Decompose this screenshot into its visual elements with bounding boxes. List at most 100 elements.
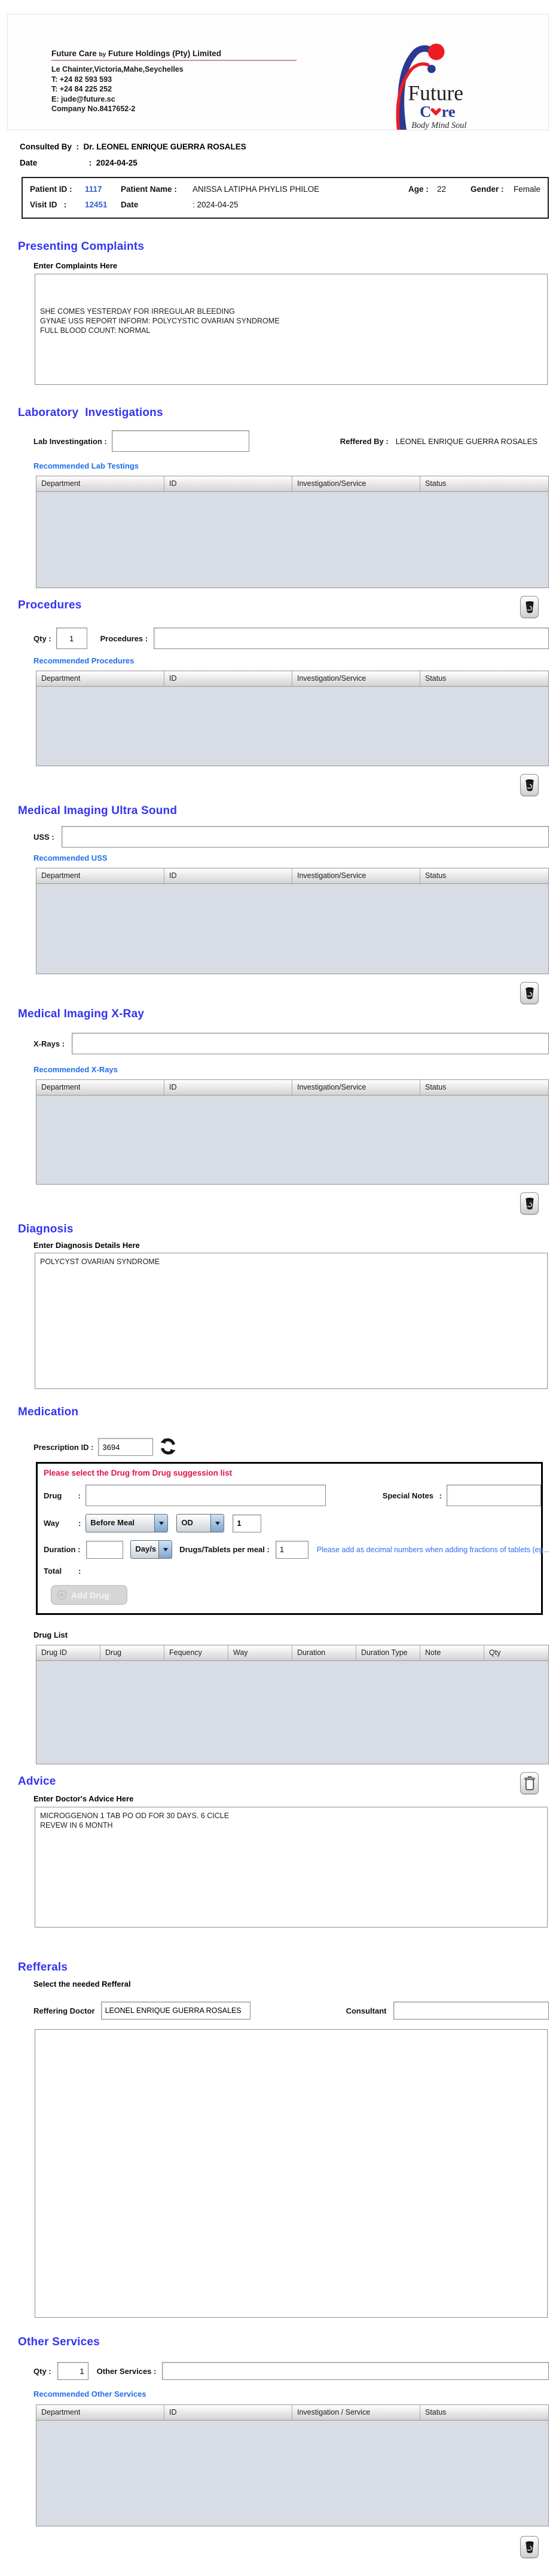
column-header-status[interactable]: Status xyxy=(420,671,548,686)
column-header-drug[interactable]: Drug xyxy=(100,1645,164,1660)
drug-row: Drug : Special Notes : xyxy=(44,1485,541,1506)
column-header-status[interactable]: Status xyxy=(420,1080,548,1095)
uss-table-body[interactable] xyxy=(36,884,548,974)
duration-input[interactable] xyxy=(86,1541,123,1559)
other-table-body[interactable] xyxy=(36,2421,548,2526)
reffering-doctor-input[interactable] xyxy=(101,2002,250,2020)
other-qty-input[interactable] xyxy=(57,2362,88,2380)
delete-uss-button[interactable] xyxy=(520,982,539,1004)
delete-xray-button[interactable] xyxy=(520,1192,539,1214)
column-header-department[interactable]: Department xyxy=(36,1080,164,1095)
visit-date-value: : 2024-04-25 xyxy=(193,200,239,209)
drug-colon: : xyxy=(78,1491,81,1500)
drug-table-body[interactable] xyxy=(36,1661,548,1764)
consulted-by-row: Consulted By : Dr. LEONEL ENRIQUE GUERRA… xyxy=(20,142,556,151)
refresh-prescription-button[interactable] xyxy=(159,1438,177,1456)
recommended-other-services-link[interactable]: Recommended Other Services xyxy=(33,2390,556,2398)
special-notes-input[interactable] xyxy=(447,1485,541,1506)
recommended-procedures-link[interactable]: Recommended Procedures xyxy=(33,656,556,665)
prescription-id-label: Prescription ID : xyxy=(33,1443,93,1452)
column-header-way[interactable]: Way xyxy=(228,1645,292,1660)
visit-id-value: 12451 xyxy=(85,200,121,209)
procedures-field-row: Qty : Procedures : xyxy=(33,628,549,649)
way-qty-input[interactable] xyxy=(233,1515,261,1532)
xray-field-row: X-Rays : xyxy=(33,1033,549,1054)
column-header-department[interactable]: Department xyxy=(36,2405,164,2420)
other-services-field-row: Qty : Other Services : xyxy=(33,2362,549,2380)
other-services-input[interactable] xyxy=(162,2362,549,2380)
column-header-frequency[interactable]: Fequency xyxy=(164,1645,228,1660)
column-header-investigation[interactable]: Investigation/Service xyxy=(292,671,420,686)
lab-table-body[interactable] xyxy=(36,492,548,588)
per-meal-input[interactable] xyxy=(276,1541,308,1559)
column-header-status[interactable]: Status xyxy=(420,868,548,883)
xray-label: X-Rays : xyxy=(33,1039,65,1048)
column-header-id[interactable]: ID xyxy=(164,2405,292,2420)
way-colon: : xyxy=(78,1519,81,1528)
add-drug-button[interactable]: Add Drug xyxy=(51,1585,127,1605)
trash-recycle-icon xyxy=(524,986,535,1001)
logo-tagline: Body Mind Soul xyxy=(411,121,466,130)
section-heading-ultrasound: Medical Imaging Ultra Sound xyxy=(18,804,556,818)
section-heading-laboratory: Laboratory Investigations xyxy=(18,406,556,420)
column-header-investigation[interactable]: Investigation/Service xyxy=(292,868,420,883)
column-header-department[interactable]: Department xyxy=(36,671,164,686)
procedures-qty-label: Qty : xyxy=(33,634,51,643)
column-header-department[interactable]: Department xyxy=(36,476,164,491)
column-header-investigation[interactable]: Investigation/Service xyxy=(292,1080,420,1095)
refferal-doctor-row: Reffering Doctor Consultant xyxy=(33,2002,549,2020)
column-header-investigation[interactable]: Investigation/Service xyxy=(292,476,420,491)
complaints-textarea[interactable]: SHE COMES YESTERDAY FOR IRREGULAR BLEEDI… xyxy=(35,274,548,385)
column-header-duration[interactable]: Duration xyxy=(292,1645,356,1660)
procedures-qty-input[interactable] xyxy=(56,628,87,649)
column-header-qty[interactable]: Qty xyxy=(484,1645,548,1660)
consultant-input[interactable] xyxy=(393,2002,549,2020)
delete-other-services-button[interactable] xyxy=(520,2536,539,2558)
xray-input[interactable] xyxy=(72,1033,549,1054)
meal-timing-value: Before Meal xyxy=(86,1515,154,1532)
procedures-table-body[interactable] xyxy=(36,687,548,766)
column-header-id[interactable]: ID xyxy=(164,671,292,686)
column-header-note[interactable]: Note xyxy=(420,1645,484,1660)
special-notes-colon: : xyxy=(439,1491,442,1500)
procedures-input[interactable] xyxy=(154,628,549,649)
uss-input[interactable] xyxy=(62,826,549,848)
delete-lab-button[interactable] xyxy=(520,596,539,618)
column-header-id[interactable]: ID xyxy=(164,1080,292,1095)
section-heading-medication: Medication xyxy=(18,1406,556,1419)
refferal-list-box[interactable] xyxy=(35,2029,548,2318)
duration-unit-select[interactable]: Day/s xyxy=(130,1540,172,1559)
column-header-duration-type[interactable]: Duration Type xyxy=(356,1645,420,1660)
xray-table-body[interactable] xyxy=(36,1096,548,1184)
recommended-uss-link[interactable]: Recommended USS xyxy=(33,853,556,862)
consult-date-row: Date : 2024-04-25 xyxy=(20,158,556,167)
diagnosis-textarea[interactable]: POLYCYST OVARIAN SYNDROME xyxy=(35,1253,548,1389)
meal-timing-select[interactable]: Before Meal xyxy=(85,1514,168,1532)
column-header-department[interactable]: Department xyxy=(36,868,164,883)
advice-textarea[interactable]: MICROGGENON 1 TAB PO OD FOR 30 DAYS. 6 C… xyxy=(35,1807,548,1928)
total-label: Total xyxy=(44,1567,78,1575)
column-header-drug-id[interactable]: Drug ID xyxy=(36,1645,100,1660)
xray-table: Department ID Investigation/Service Stat… xyxy=(36,1079,549,1185)
column-header-status[interactable]: Status xyxy=(420,2405,548,2420)
patient-id-label: Patient ID : xyxy=(30,185,85,194)
column-header-status[interactable]: Status xyxy=(420,476,548,491)
delete-procedures-button[interactable] xyxy=(520,774,539,796)
drug-entry-panel: Please select the Drug from Drug suggess… xyxy=(36,1462,543,1615)
lab-investigation-input[interactable] xyxy=(112,430,249,452)
chevron-down-icon xyxy=(158,1541,172,1558)
recommended-lab-testings-link[interactable]: Recommended Lab Testings xyxy=(33,461,556,470)
recommended-xray-link[interactable]: Recommended X-Rays xyxy=(33,1065,556,1074)
column-header-id[interactable]: ID xyxy=(164,868,292,883)
drug-input[interactable] xyxy=(85,1485,326,1506)
consulted-by-value: LEONEL ENRIQUE GUERRA ROSALES xyxy=(96,142,246,151)
other-table-header: Department ID Investigation / Service St… xyxy=(36,2405,548,2421)
column-header-id[interactable]: ID xyxy=(164,476,292,491)
heart-icon xyxy=(430,108,441,116)
prescription-id-input[interactable] xyxy=(98,1438,153,1456)
logo-word-future: Future xyxy=(408,81,463,105)
way-label: Way xyxy=(44,1519,78,1528)
frequency-select[interactable]: OD xyxy=(176,1514,224,1532)
delete-advice-button[interactable] xyxy=(520,1772,539,1794)
column-header-investigation[interactable]: Investigation / Service xyxy=(292,2405,420,2420)
